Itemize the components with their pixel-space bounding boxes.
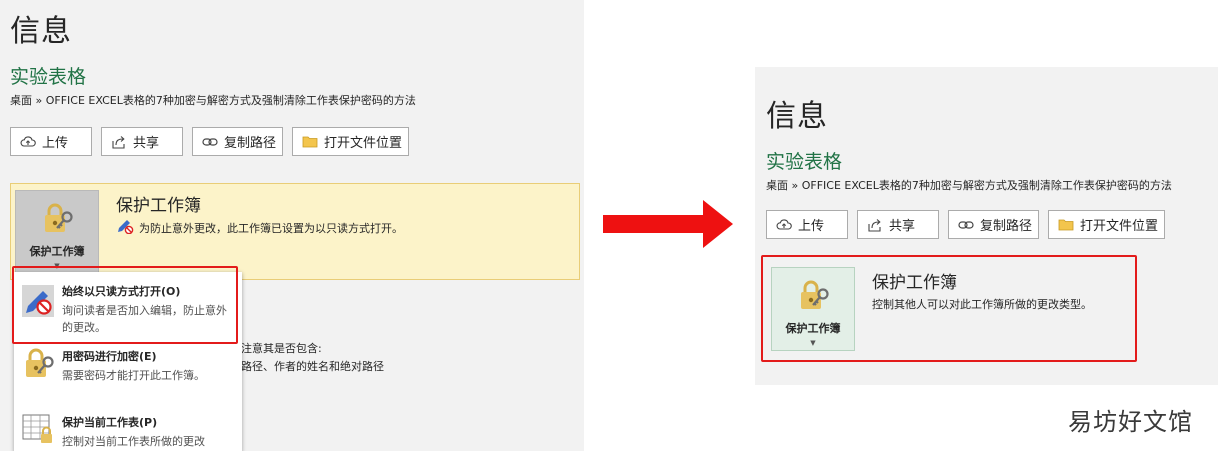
folder-icon [301, 134, 319, 150]
copy-path-label: 复制路径 [224, 136, 277, 151]
inspect-text-line2: 路径、作者的姓名和绝对路径 [241, 360, 384, 373]
sheet-lock-icon [21, 412, 55, 450]
share-icon [866, 217, 884, 233]
breadcrumb: 桌面 » OFFICE EXCEL表格的7种加密与解密方式及强制清除工作表保护密… [10, 94, 416, 107]
menu-item-title: 保护当前工作表(P) [62, 416, 158, 429]
share-icon [110, 134, 128, 150]
menu-item-encrypt-password[interactable]: 用密码进行加密(E) 需要密码才能打开此工作簿。 [14, 342, 242, 398]
link-icon [201, 134, 219, 150]
cloud-upload-icon [19, 134, 37, 150]
open-file-location-label: 打开文件位置 [1080, 219, 1159, 234]
protect-workbook-tile[interactable]: 保护工作簿 ▼ [15, 190, 99, 274]
open-file-location-button[interactable]: 打开文件位置 [1048, 210, 1165, 239]
right-info-panel: 信息 实验表格 桌面 » OFFICE EXCEL表格的7种加密与解密方式及强制… [755, 67, 1218, 385]
readonly-pencil-icon [116, 218, 134, 238]
upload-button[interactable]: 上传 [10, 127, 92, 156]
document-name: 实验表格 [766, 151, 843, 173]
breadcrumb: 桌面 » OFFICE EXCEL表格的7种加密与解密方式及强制清除工作表保护密… [766, 179, 1172, 192]
watermark: 易坊好文馆 [1068, 408, 1193, 436]
menu-item-protect-sheet[interactable]: 保护当前工作表(P) 控制对当前工作表所做的更改 [14, 404, 242, 451]
upload-label: 上传 [798, 219, 825, 234]
copy-path-button[interactable]: 复制路径 [948, 210, 1039, 239]
protect-workbook-description: 为防止意外更改，此工作簿已设置为以只读方式打开。 [139, 222, 403, 235]
protect-workbook-tile-label: 保护工作簿 [29, 245, 85, 258]
highlight-frame [761, 255, 1137, 362]
upload-button[interactable]: 上传 [766, 210, 848, 239]
menu-item-description: 需要密码才能打开此工作簿。 [62, 369, 205, 382]
copy-path-button[interactable]: 复制路径 [192, 127, 283, 156]
left-info-panel: 信息 实验表格 桌面 » OFFICE EXCEL表格的7种加密与解密方式及强制… [0, 0, 584, 451]
menu-item-title: 用密码进行加密(E) [62, 350, 157, 363]
menu-item-description: 控制对当前工作表所做的更改 [62, 435, 205, 448]
inspect-text-line1: 注意其是否包含: [241, 342, 322, 355]
cloud-upload-icon [775, 217, 793, 233]
copy-path-label: 复制路径 [980, 219, 1033, 234]
link-icon [957, 217, 975, 233]
highlight-frame [12, 266, 238, 344]
share-button[interactable]: 共享 [857, 210, 939, 239]
page-title: 信息 [10, 14, 72, 49]
folder-icon [1057, 217, 1075, 233]
share-label: 共享 [889, 219, 916, 234]
protect-workbook-heading: 保护工作簿 [116, 196, 201, 216]
lock-key-icon [40, 201, 74, 239]
share-label: 共享 [133, 136, 160, 151]
arrow-right-icon [603, 200, 733, 252]
open-file-location-label: 打开文件位置 [324, 136, 403, 151]
upload-label: 上传 [42, 136, 69, 151]
share-button[interactable]: 共享 [101, 127, 183, 156]
document-name: 实验表格 [10, 66, 87, 88]
lock-key-icon [21, 347, 55, 385]
open-file-location-button[interactable]: 打开文件位置 [292, 127, 409, 156]
page-title: 信息 [766, 99, 828, 134]
